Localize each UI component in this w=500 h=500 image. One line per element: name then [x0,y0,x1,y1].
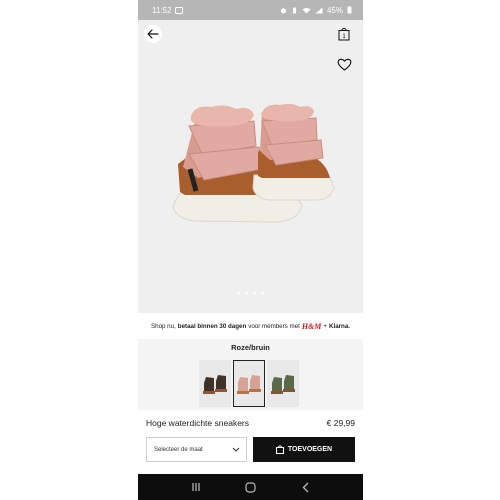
bag-count: 1 [342,34,346,40]
product-price: € 29,99 [326,418,355,428]
battery-icon [347,6,352,14]
size-select[interactable]: Selecteer de maat [146,437,247,462]
gallery-icon [175,6,184,14]
promo-plus: + [323,322,327,330]
klarna-logo: Klarna. [329,322,350,330]
swatch-shape [272,376,282,391]
shopping-bag-button[interactable]: 1 [336,26,352,42]
swatch-shape [204,376,214,391]
home-icon [245,481,256,493]
selected-color-label: Roze/bruin [231,343,270,352]
signal-icon [315,7,323,13]
system-back-button[interactable] [296,480,316,494]
recent-apps-icon [191,483,200,491]
product-image-shoes [172,104,335,223]
size-select-placeholder: Selecteer de maat [154,446,203,453]
swatch-shape [250,374,260,389]
status-bar: 11:52 45% [138,0,363,20]
status-right: 45% [280,6,352,15]
swatch-shape [249,388,261,392]
wifi-icon [302,7,311,13]
image-pagination[interactable] [138,292,363,295]
color-swatches [199,360,299,407]
image-dot[interactable] [261,292,264,295]
product-image-gallery[interactable]: 1 [138,20,363,313]
right-boot [252,104,335,201]
swatch-shape [216,374,226,389]
swatch-shape [237,390,249,394]
promo-highlight: betaal binnen 30 dagen [177,322,247,330]
battery-percent: 45% [326,5,343,15]
phone-screen: 11:52 45% 1 Shop nu, betaal binnen 30 da… [138,0,363,500]
swatch-shape [203,390,215,394]
back-icon [302,482,308,492]
swatch-thumbnail [237,374,261,394]
color-swatch-3[interactable] [267,360,299,407]
home-button[interactable] [241,480,261,494]
swatch-shape [271,390,283,394]
status-left: 11:52 [152,5,184,15]
color-swatch-1[interactable] [199,360,231,407]
color-swatch-2[interactable] [233,360,265,407]
swatch-shape [215,388,227,392]
vibrate-icon [292,7,296,13]
add-to-bag-label: TOEVOEGEN [287,446,333,453]
swatch-shape [284,374,294,389]
heart-icon [337,58,351,71]
shopping-bag-icon [275,445,284,454]
favorite-button[interactable] [336,56,352,72]
hm-logo: H&M [301,321,322,331]
recent-apps-button[interactable] [186,480,206,494]
chevron-down-icon [232,447,240,452]
image-dot[interactable] [245,292,248,295]
swatch-thumbnail [271,374,295,394]
promo-prefix: Shop nu, [151,322,176,330]
arrow-left-icon [147,29,159,39]
add-to-bag-button[interactable]: TOEVOEGEN [253,437,355,462]
product-name: Hoge waterdichte sneakers [146,418,250,428]
swatch-thumbnail [203,374,227,394]
product-variants-section: Roze/bruin [138,339,363,410]
purchase-panel: Hoge waterdichte sneakers € 29,99 Select… [138,410,363,474]
klarna-promo-banner: Shop nu, betaal binnen 30 dagen voor mem… [138,313,363,339]
status-time: 11:52 [152,5,172,15]
android-navigation-bar [138,474,363,500]
promo-suffix: voor members met [248,322,300,330]
image-dot[interactable] [253,292,256,295]
back-button[interactable] [144,25,162,43]
alarm-icon [280,7,287,13]
swatch-shape [238,376,248,391]
shopping-bag-icon: 1 [338,27,350,41]
swatch-shape [283,388,295,392]
image-dot[interactable] [237,292,240,295]
